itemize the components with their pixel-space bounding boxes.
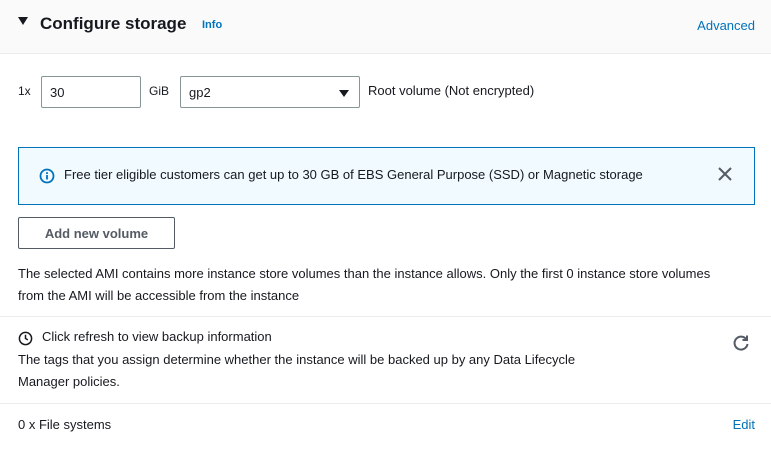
file-systems-label: 0 x File systems [18, 417, 112, 432]
clock-icon [18, 331, 33, 346]
volume-multiplier: 1x [18, 84, 31, 98]
volume-size-input[interactable] [41, 76, 141, 108]
collapse-caret-icon[interactable] [18, 17, 28, 25]
advanced-link[interactable]: Advanced [697, 18, 755, 33]
root-volume-label: Root volume (Not encrypted) [368, 83, 535, 98]
ami-instance-store-note: The selected AMI contains more instance … [18, 266, 711, 303]
chevron-down-icon [339, 90, 349, 97]
root-volume-row: 1x GiB gp2 Root volume (Not encrypted) [18, 76, 758, 108]
info-link[interactable]: Info [202, 19, 222, 31]
add-new-volume-button[interactable]: Add new volume [18, 217, 175, 249]
size-unit-label: GiB [149, 84, 170, 98]
volume-type-value: gp2 [189, 85, 211, 100]
close-icon[interactable] [716, 165, 734, 183]
free-tier-alert: Free tier eligible customers can get up … [18, 147, 755, 205]
divider [0, 403, 771, 404]
volume-type-select[interactable]: gp2 [180, 76, 360, 108]
info-circle-icon [39, 168, 55, 184]
backup-info-description: The tags that you assign determine wheth… [18, 352, 576, 389]
divider [0, 316, 771, 317]
backup-info-title: Click refresh to view backup information [42, 329, 272, 344]
alert-message: Free tier eligible customers can get up … [64, 167, 643, 182]
refresh-icon[interactable] [731, 333, 751, 353]
storage-section-header: Configure storage Info Advanced [0, 0, 771, 54]
edit-file-systems-link[interactable]: Edit [733, 417, 755, 432]
section-title[interactable]: Configure storage [40, 14, 186, 34]
